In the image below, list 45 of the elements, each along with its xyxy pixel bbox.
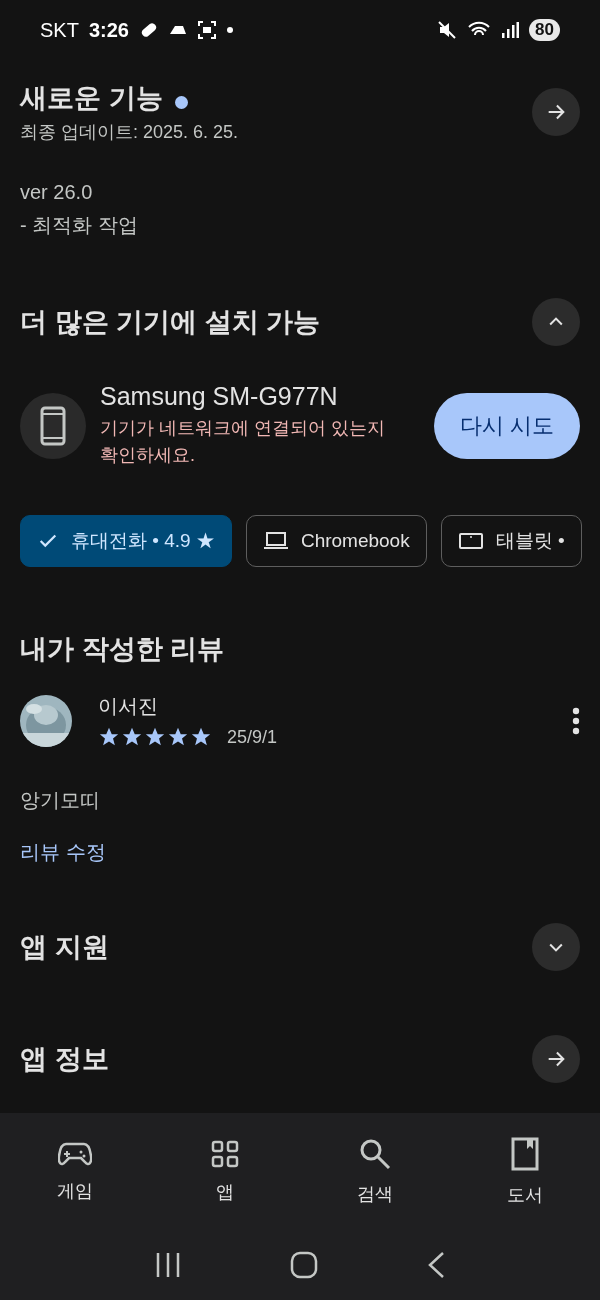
review-date: 25/9/1 (227, 726, 278, 748)
device-filter-chip[interactable]: Chromebook (245, 515, 427, 567)
arrow-button[interactable] (532, 1035, 580, 1083)
review-text: 앙기모띠 (20, 788, 101, 813)
laptop-icon (262, 531, 289, 551)
device-filter-chip[interactable]: 휴대전화 • 4.9 ★ (20, 515, 232, 567)
reviewer-name: 이서진 (98, 694, 159, 719)
mute-icon (437, 20, 458, 40)
cloud-icon (168, 24, 187, 36)
retry-button[interactable]: 다시 시도 (433, 392, 580, 459)
expand-button[interactable] (532, 923, 580, 971)
signal-icon (501, 21, 520, 39)
carrier-label: SKT (40, 18, 79, 42)
section-title: 앱 지원 (20, 931, 109, 964)
screenshot-icon (196, 20, 217, 40)
nav-tab[interactable]: 도서 (450, 1113, 600, 1230)
device-name: Samsung SM-G977N (100, 382, 339, 411)
update-date: 최종 업데이트: 2025. 6. 25. (20, 121, 239, 144)
arrow-button[interactable] (532, 88, 580, 136)
battery-indicator: 80 (529, 19, 560, 41)
section-title: 앱 정보 (20, 1043, 109, 1076)
gamepad-icon (58, 1140, 92, 1167)
more-options-icon[interactable] (572, 706, 580, 735)
home-icon[interactable] (290, 1251, 318, 1279)
edit-review-link[interactable]: 리뷰 수정 (20, 841, 106, 863)
release-note-line: ver 26.0 (20, 180, 94, 205)
nav-tab[interactable]: 앱 (150, 1113, 300, 1230)
collapse-button[interactable] (532, 298, 580, 346)
search-icon (359, 1137, 391, 1170)
nav-tab[interactable]: 게임 (0, 1113, 150, 1230)
section-title: 새로운 기능 (20, 83, 163, 113)
release-note-line: - 최적화 작업 (20, 213, 139, 238)
connection-error-message: 기기가 네트워크에 연결되어 있는지 확인하세요. (100, 417, 386, 467)
dot-icon (226, 27, 233, 33)
device-filter-chip[interactable]: 태블릿 • (440, 515, 582, 567)
new-indicator-dot (174, 96, 188, 110)
recent-apps-icon[interactable] (154, 1252, 181, 1278)
back-icon[interactable] (427, 1251, 446, 1279)
tablet-icon (457, 531, 484, 551)
nav-tab[interactable]: 검색 (300, 1113, 450, 1230)
section-title: 더 많은 기기에 설치 가능 (20, 306, 320, 339)
grid-icon (211, 1139, 239, 1168)
section-title: 내가 작성한 리뷰 (20, 633, 224, 666)
book-icon (511, 1136, 539, 1171)
clock: 3:26 (88, 18, 129, 42)
